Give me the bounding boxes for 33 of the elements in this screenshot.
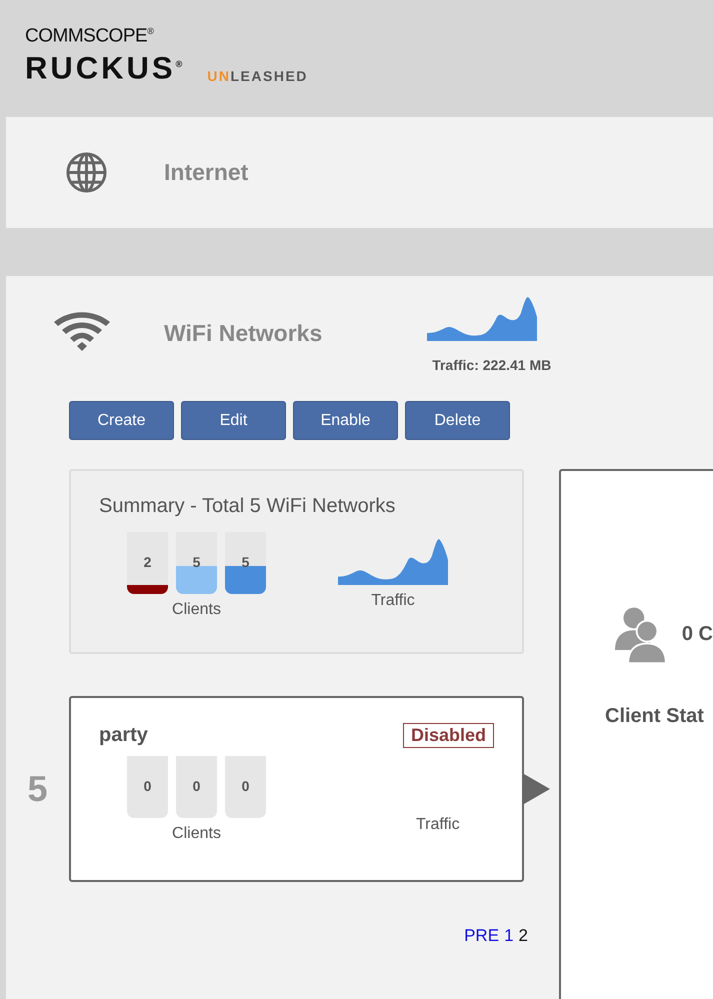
wifi-icon [54, 312, 110, 352]
client-bar: 5 [225, 532, 266, 594]
client-bar: 0 [127, 756, 168, 818]
network-name: party [99, 724, 148, 747]
action-button[interactable]: Create [69, 401, 174, 440]
company-logo-text: COMMSCOPE$^{®}$ [25, 24, 155, 48]
client-bar: 2 [127, 532, 168, 594]
client-count: 0 C [682, 622, 713, 646]
status-badge: Disabled [402, 723, 494, 748]
product-name: UN LEASHED [207, 68, 308, 84]
client-bar: 0 [225, 756, 266, 818]
summary-title: Summary - Total 5 WiFi Networks [99, 495, 396, 518]
page-link[interactable]: 2 [518, 926, 528, 946]
network-card[interactable]: party Disabled 0 0 0 Clients Traffic [69, 696, 524, 882]
network-number: 5 [26, 768, 49, 810]
pointer-arrow-icon [524, 774, 550, 804]
stat-label: Clients [172, 601, 221, 619]
previous-link[interactable]: PRE [464, 926, 500, 946]
stat-label: Traffic [416, 816, 460, 834]
stat-label: Traffic [371, 592, 415, 610]
traffic-total: Traffic: 222.41 MB [432, 357, 552, 373]
stat-label: Clients [172, 825, 221, 843]
globe-icon [65, 151, 108, 194]
panel-title: Client Stat [605, 705, 705, 728]
client-bar: 0 [176, 756, 217, 818]
action-button[interactable]: Delete [405, 401, 510, 440]
client-bar: 5 [176, 532, 217, 594]
page-link[interactable]: 1 [504, 926, 514, 946]
section-title: Internet [164, 159, 248, 186]
action-button[interactable]: Edit [181, 401, 286, 440]
section-title: WiFi Networks [164, 320, 322, 347]
action-button[interactable]: Enable [293, 401, 398, 440]
brand-logo-text: RUCKUS$^{®}$ [25, 50, 186, 86]
